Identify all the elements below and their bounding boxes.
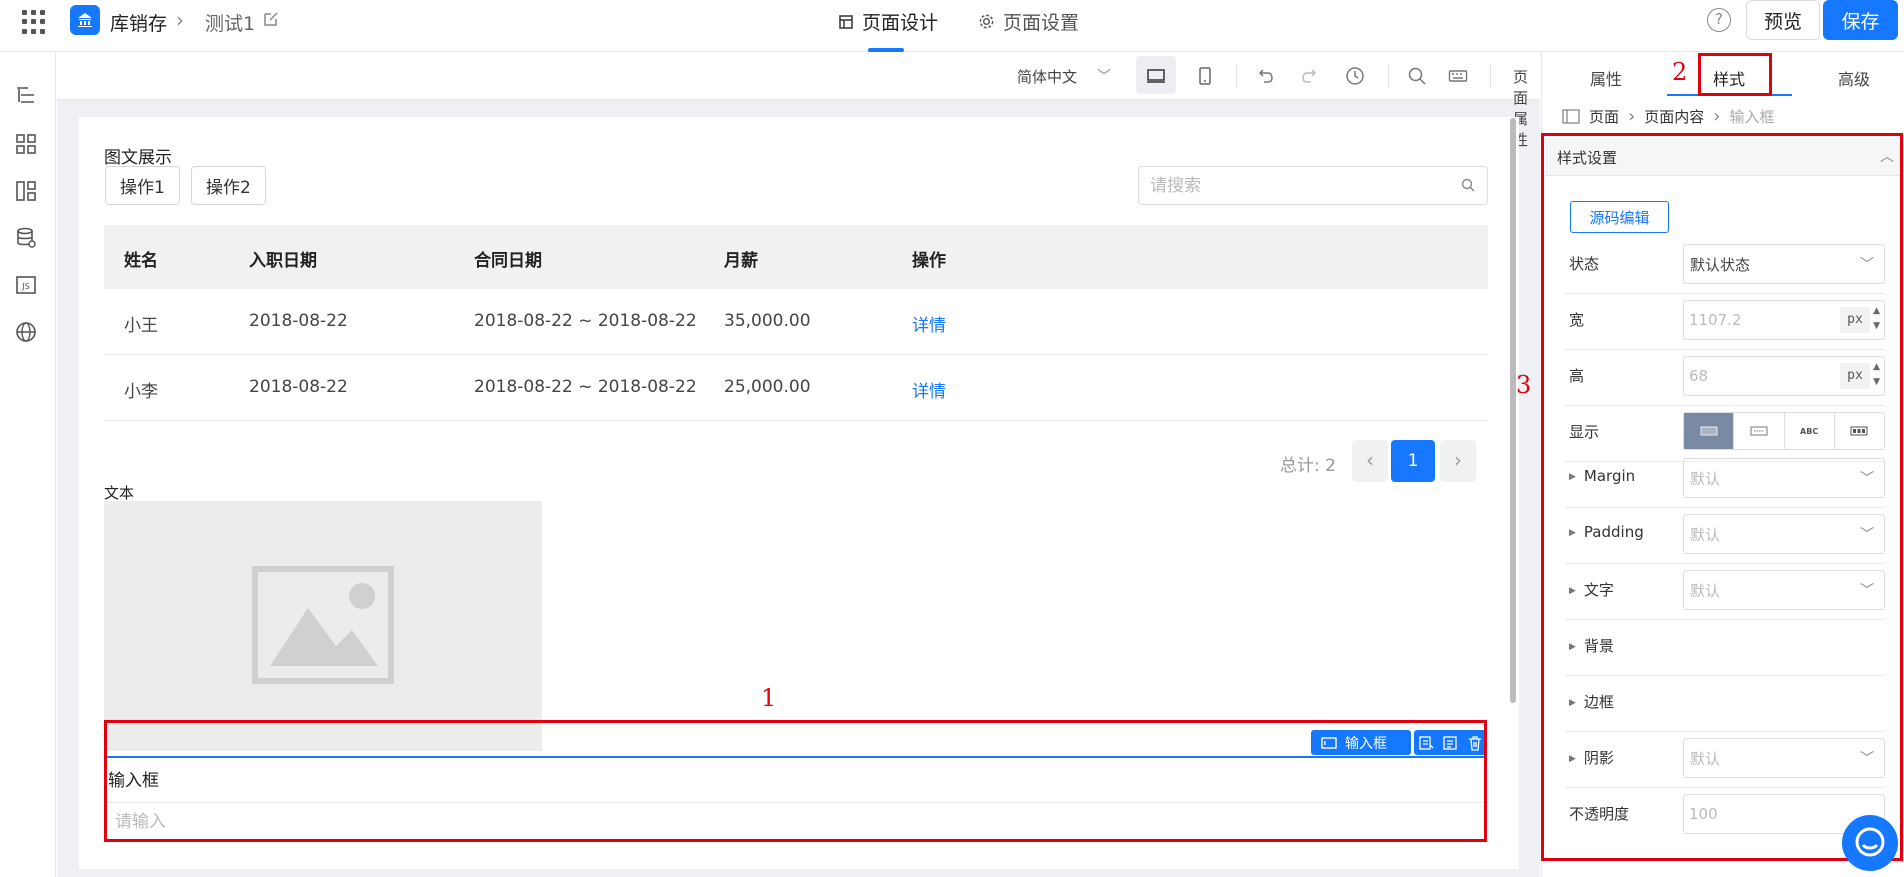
edit-icon[interactable] (262, 10, 280, 28)
column-header: 操作 (912, 251, 946, 271)
search-icon[interactable] (1407, 66, 1427, 86)
svg-text:JS: JS (21, 282, 29, 291)
search-icon[interactable] (1460, 177, 1477, 194)
gear-icon (979, 14, 994, 29)
table-cell: 2018-08-22 ~ 2018-08-22 (474, 377, 697, 397)
javascript-icon[interactable]: JS (14, 273, 38, 297)
next-page-button[interactable]: › (1440, 440, 1476, 482)
history-icon[interactable] (1345, 66, 1365, 86)
layout-template-icon[interactable] (14, 179, 38, 203)
left-icon-rail: JS (0, 52, 56, 877)
page-icon (1562, 109, 1580, 124)
toolbar-divider (1236, 64, 1237, 88)
canvas-scrollbar[interactable] (1510, 118, 1516, 703)
tab-page-design[interactable]: 页面设计 (838, 8, 938, 35)
table-cell: 2018-08-22 ~ 2018-08-22 (474, 311, 697, 331)
pagination-total: 总计: 2 (1280, 456, 1336, 476)
components-grid-icon[interactable] (14, 132, 38, 156)
apps-grid-icon[interactable] (22, 10, 46, 34)
chevron-right-icon: › (1628, 106, 1636, 127)
tab-page-settings[interactable]: 页面设置 (978, 8, 1079, 35)
image-placeholder-icon (252, 566, 394, 684)
details-link[interactable]: 详情 (912, 377, 946, 402)
keyboard-icon[interactable] (1448, 66, 1468, 86)
component-breadcrumb: 页面 › 页面内容 › 输入框 (1562, 106, 1774, 127)
breadcrumb-item[interactable]: 页面内容 (1644, 106, 1704, 127)
tab-advanced[interactable]: 高级 (1838, 66, 1870, 90)
search-input[interactable] (1139, 167, 1439, 204)
column-header: 合同日期 (474, 251, 542, 271)
annotation-box-1 (104, 720, 1487, 842)
chat-support-button[interactable] (1842, 815, 1898, 871)
table-header: 姓名 入职日期 合同日期 月薪 操作 (104, 225, 1488, 289)
chevron-right-icon: › (1713, 106, 1721, 127)
preview-button[interactable]: 预览 (1746, 0, 1820, 40)
prev-page-button[interactable]: ‹ (1352, 440, 1388, 482)
layout-icon (839, 14, 853, 29)
annotation-box-2 (1698, 53, 1772, 96)
table-row: 小王 2018-08-22 2018-08-22 ~ 2018-08-22 35… (104, 289, 1488, 355)
top-bar: 库销存 › 测试1 页面设计 页面设置 ? 预览 保存 (0, 0, 1904, 52)
toolbar-divider (1388, 64, 1389, 88)
annotation-box-3 (1541, 133, 1903, 861)
table-cell: 2018-08-22 (249, 377, 348, 397)
table-cell: 小王 (124, 316, 158, 336)
section-title: 图文展示 (104, 148, 172, 168)
app-logo-icon (70, 5, 100, 35)
tab-page-settings-label: 页面设置 (1003, 12, 1080, 34)
mobile-icon[interactable] (1195, 66, 1215, 86)
outline-tree-icon[interactable] (14, 84, 38, 108)
text-component: 文本 (104, 484, 135, 502)
page-number-current[interactable]: 1 (1391, 440, 1435, 482)
undo-icon[interactable] (1255, 66, 1275, 86)
breadcrumb-item[interactable]: 页面 (1589, 106, 1619, 127)
table-cell: 小李 (124, 382, 158, 402)
tab-properties[interactable]: 属性 (1590, 66, 1622, 90)
annotation-number-3: 3 (1516, 371, 1532, 399)
annotation-number-1: 1 (761, 684, 777, 712)
desktop-icon[interactable] (1146, 66, 1166, 86)
breadcrumb-item-current: 输入框 (1729, 108, 1775, 126)
table-cell: 25,000.00 (724, 377, 811, 397)
chat-icon (1855, 827, 1885, 857)
app-name[interactable]: 库销存 (110, 9, 167, 36)
chevron-right-icon: › (176, 8, 184, 32)
save-button[interactable]: 保存 (1823, 0, 1898, 40)
action-2-button[interactable]: 操作2 (191, 166, 266, 205)
action-1-button[interactable]: 操作1 (105, 166, 180, 205)
column-header: 入职日期 (249, 251, 317, 271)
chevron-down-icon[interactable]: ﹀ (1097, 66, 1111, 86)
details-link[interactable]: 详情 (912, 311, 946, 336)
toolbar-divider (1490, 64, 1491, 88)
table-cell: 35,000.00 (724, 311, 811, 331)
language-select[interactable]: 简体中文 (1017, 66, 1077, 87)
column-header: 姓名 (124, 251, 158, 271)
image-component[interactable] (104, 501, 542, 751)
tab-page-design-label: 页面设计 (862, 12, 939, 34)
redo-icon[interactable] (1300, 66, 1320, 86)
help-icon[interactable]: ? (1707, 8, 1731, 32)
table-row: 小李 2018-08-22 2018-08-22 ~ 2018-08-22 25… (104, 355, 1488, 421)
page-name[interactable]: 测试1 (205, 9, 255, 36)
column-header: 月薪 (724, 251, 758, 271)
search-box (1138, 166, 1488, 205)
database-settings-icon[interactable] (14, 226, 38, 250)
annotation-number-2: 2 (1672, 58, 1688, 86)
globe-icon[interactable] (14, 320, 38, 344)
canvas-toolbar: 简体中文 ﹀ 页面属性 (57, 52, 1540, 149)
table-cell: 2018-08-22 (249, 311, 348, 331)
